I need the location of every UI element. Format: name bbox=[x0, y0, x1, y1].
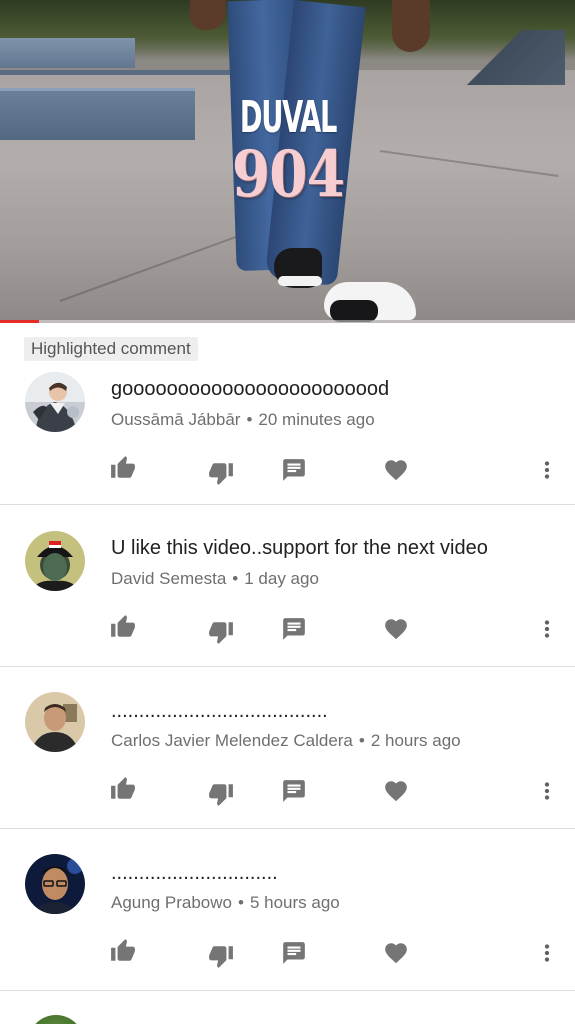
heart-button[interactable] bbox=[383, 616, 409, 642]
comment-meta: Agung Prabowo • 5 hours ago bbox=[111, 893, 340, 913]
user-avatar[interactable] bbox=[25, 372, 85, 432]
heart-button[interactable] bbox=[383, 457, 409, 483]
thumb-up-icon bbox=[111, 615, 135, 637]
comment-time: 2 hours ago bbox=[370, 731, 461, 750]
skate-box bbox=[0, 88, 195, 140]
reply-comment-icon bbox=[283, 459, 305, 481]
person-hand bbox=[392, 0, 430, 52]
comment-meta: Carlos Javier Melendez Caldera • 2 hours a… bbox=[111, 731, 461, 751]
heart-button[interactable] bbox=[383, 940, 409, 966]
like-button[interactable] bbox=[110, 614, 136, 640]
comment-time: 5 hours ago bbox=[249, 893, 340, 912]
comment-item: ....................................... … bbox=[0, 667, 575, 829]
thumb-down-icon bbox=[209, 463, 233, 485]
video-player[interactable]: DUVAL 904 bbox=[0, 0, 575, 323]
comment-item: .............................. Agung Pra… bbox=[0, 829, 575, 991]
comment-author[interactable]: David Semesta bbox=[111, 569, 226, 588]
user-avatar[interactable] bbox=[25, 854, 85, 914]
like-button[interactable] bbox=[110, 938, 136, 964]
comment-meta: David Semesta • 1 day ago bbox=[111, 569, 319, 589]
user-avatar[interactable] bbox=[25, 692, 85, 752]
dislike-button[interactable] bbox=[208, 460, 234, 486]
comment-text: ....................................... bbox=[111, 700, 328, 722]
thumb-up-icon bbox=[111, 456, 135, 478]
heart-button[interactable] bbox=[383, 778, 409, 804]
heart-icon bbox=[385, 943, 407, 964]
video-progress-bar[interactable] bbox=[0, 320, 575, 323]
reply-button[interactable] bbox=[281, 616, 307, 642]
meta-separator: • bbox=[246, 410, 253, 429]
comment-author[interactable]: Agung Prabowo bbox=[111, 893, 232, 912]
heart-icon bbox=[385, 781, 407, 802]
more-vertical-icon bbox=[544, 782, 550, 800]
skate-rail bbox=[0, 70, 230, 75]
meta-separator: • bbox=[232, 569, 239, 588]
thumb-down-icon bbox=[209, 622, 233, 644]
thumb-down-icon bbox=[209, 784, 233, 806]
reply-comment-icon bbox=[283, 618, 305, 640]
comment-menu-button[interactable] bbox=[534, 778, 560, 804]
more-vertical-icon bbox=[544, 620, 550, 638]
video-title-overlay: DUVAL 904 bbox=[200, 92, 376, 212]
comment-text: goooooooooooooooooooooood bbox=[111, 378, 390, 400]
like-button[interactable] bbox=[110, 776, 136, 802]
like-button[interactable] bbox=[110, 455, 136, 481]
user-avatar[interactable] bbox=[25, 531, 85, 591]
reply-comment-icon bbox=[283, 780, 305, 802]
reply-button[interactable] bbox=[281, 457, 307, 483]
user-avatar[interactable] bbox=[28, 1015, 84, 1024]
skate-ramp-right bbox=[455, 30, 565, 85]
more-vertical-icon bbox=[544, 944, 550, 962]
comment-meta: Oussāmā Jábbār • 20 minutes ago bbox=[111, 410, 375, 430]
reply-comment-icon bbox=[283, 942, 305, 964]
skate-ramp bbox=[0, 38, 135, 68]
meta-separator: • bbox=[358, 731, 365, 750]
comment-item: U like this video..support for the next … bbox=[0, 505, 575, 667]
meta-separator: • bbox=[237, 893, 244, 912]
heart-icon bbox=[385, 460, 407, 481]
heart-icon bbox=[385, 619, 407, 640]
overlay-title-number: 904 bbox=[231, 137, 345, 212]
comment-item: goooooooooooooooooooooood Oussāmā Jábbār… bbox=[0, 343, 575, 505]
video-progress-fill bbox=[0, 320, 39, 323]
comment-text: .............................. bbox=[111, 862, 278, 884]
comment-menu-button[interactable] bbox=[534, 457, 560, 483]
more-vertical-icon bbox=[544, 461, 550, 479]
reply-button[interactable] bbox=[281, 940, 307, 966]
comment-menu-button[interactable] bbox=[534, 616, 560, 642]
comment-menu-button[interactable] bbox=[534, 940, 560, 966]
thumb-up-icon bbox=[111, 939, 135, 961]
comment-time: 1 day ago bbox=[244, 569, 319, 588]
comment-author[interactable]: Carlos Javier Melendez Caldera bbox=[111, 731, 353, 750]
comment-time: 20 minutes ago bbox=[258, 410, 375, 429]
comment-text: U like this video..support for the next … bbox=[111, 537, 488, 559]
thumb-up-icon bbox=[111, 777, 135, 799]
dislike-button[interactable] bbox=[208, 943, 234, 969]
thumb-down-icon bbox=[209, 946, 233, 968]
comment-author[interactable]: Oussāmā Jábbār bbox=[111, 410, 240, 429]
reply-button[interactable] bbox=[281, 778, 307, 804]
dislike-button[interactable] bbox=[208, 781, 234, 807]
dislike-button[interactable] bbox=[208, 619, 234, 645]
